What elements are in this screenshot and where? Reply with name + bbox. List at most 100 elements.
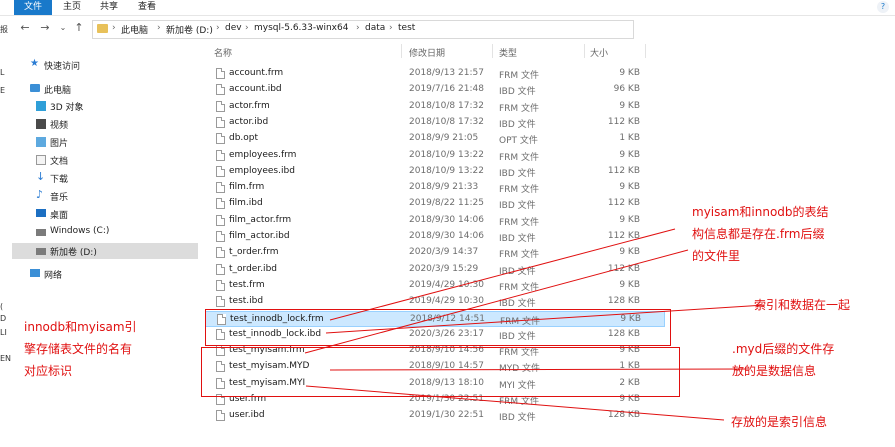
breadcrumb-this-pc[interactable]: 此电脑 (121, 23, 148, 36)
nav-videos[interactable]: 视频 (12, 116, 198, 132)
column-divider[interactable] (492, 44, 493, 58)
nav-downloads[interactable]: ↓ 下载 (12, 170, 198, 186)
nav-pictures[interactable]: 图片 (12, 134, 198, 150)
column-header-size[interactable]: 大小 (590, 46, 608, 59)
column-divider[interactable] (645, 44, 646, 58)
column-header-type[interactable]: 类型 (499, 46, 517, 59)
file-date: 2019/8/22 11:25 (409, 198, 484, 209)
recent-dropdown-icon[interactable]: ⌄ (56, 20, 70, 36)
edge-text: E (0, 86, 6, 95)
edge-text: L (0, 68, 5, 77)
note-storage-identifier: innodb和myisam引 擎存储表文件的名有 对应标识 (24, 316, 137, 382)
forward-icon[interactable]: → (38, 20, 52, 36)
innodb-highlight-box (205, 309, 671, 346)
nav-music[interactable]: ♪ 音乐 (12, 188, 198, 204)
file-row[interactable]: film_actor.ibd 2018/9/30 14:06 IBD 文件 112 K… (205, 229, 665, 245)
file-name: film.ibd (229, 198, 263, 209)
file-name: t_order.ibd (229, 263, 277, 274)
file-row[interactable]: film.ibd 2019/8/22 11:25 IBD 文件 112 KB (205, 196, 665, 212)
chevron-right-icon: › (157, 23, 161, 33)
breadcrumb-data[interactable]: data (365, 23, 385, 33)
navigation-toolbar: ← → ⌄ ↑ › 此电脑 › 新加卷 (D:) › dev › mysql-5… (0, 16, 895, 42)
note-line: myisam和innodb的表结 (692, 205, 829, 219)
file-date: 2018/9/13 21:57 (409, 68, 484, 78)
file-row[interactable]: account.ibd 2019/7/16 21:48 IBD 文件 96 KB (205, 82, 665, 98)
file-size: 112 KB (607, 263, 640, 274)
file-size: 9 KB (619, 182, 640, 193)
file-size: 9 KB (619, 279, 640, 290)
file-date: 2018/10/8 17:32 (409, 116, 484, 127)
file-icon (216, 231, 225, 242)
nav-quick-access[interactable]: ★ 快速访问 (12, 57, 198, 73)
nav-network[interactable]: 网络 (12, 266, 198, 282)
note-line: .myd后缀的文件存 (732, 342, 835, 356)
file-row[interactable]: db.opt 2018/9/9 21:05 OPT 文件 1 KB (205, 131, 665, 147)
note-frm-structure: myisam和innodb的表结 构信息都是存在.frm后缀 的文件里 (692, 201, 829, 267)
nav-label: 音乐 (50, 193, 69, 203)
chevron-right-icon: › (356, 23, 360, 33)
file-row[interactable]: user.ibd 2019/1/30 22:51 IBD 文件 128 KB (205, 408, 665, 424)
file-date: 2019/4/29 10:30 (409, 296, 484, 307)
breadcrumb-dev[interactable]: dev (225, 23, 242, 33)
column-header-date[interactable]: 修改日期 (409, 46, 445, 59)
file-row[interactable]: account.frm 2018/9/13 21:57 FRM 文件 9 KB (205, 66, 665, 82)
file-date: 2018/9/30 14:06 (409, 231, 484, 241)
tab-file[interactable]: 文件 (14, 0, 52, 15)
file-date: 2019/1/30 22:51 (409, 410, 484, 421)
file-row[interactable]: employees.frm 2018/10/9 13:22 FRM 文件 9 KB (205, 148, 665, 164)
file-type: IBD 文件 (499, 87, 536, 98)
column-divider[interactable] (584, 44, 585, 58)
file-date: 2018/9/9 21:05 (409, 133, 479, 144)
edge-text: D (0, 314, 7, 323)
file-icon (216, 279, 225, 291)
file-row[interactable]: test.frm 2019/4/29 10:30 FRM 文件 9 KB (205, 278, 665, 294)
file-icon (216, 133, 225, 145)
file-name: account.frm (229, 68, 284, 78)
chevron-right-icon: › (245, 23, 249, 33)
edge-text: LI (0, 328, 7, 337)
tab-home[interactable]: 主页 (63, 0, 81, 15)
note-line: 构信息都是存在.frm后缀 (692, 227, 825, 241)
note-ibd: 索引和数据在一起 (754, 298, 851, 312)
file-row[interactable]: actor.frm 2018/10/8 17:32 FRM 文件 9 KB (205, 99, 665, 115)
file-row[interactable]: film_actor.frm 2018/9/30 14:06 FRM 文件 9 KB (205, 213, 665, 229)
file-type: FRM 文件 (499, 217, 540, 228)
file-type: OPT 文件 (499, 136, 538, 147)
address-bar[interactable]: › 此电脑 › 新加卷 (D:) › dev › mysql-5.6.33-wi… (92, 20, 634, 39)
breadcrumb-mysql[interactable]: mysql-5.6.33-winx64 (254, 23, 348, 33)
file-row[interactable]: employees.ibd 2018/10/9 13:22 IBD 文件 112 KB (205, 164, 665, 180)
nav-drive-d[interactable]: 新加卷 (D:) (12, 243, 198, 259)
nav-this-pc[interactable]: 此电脑 (12, 81, 198, 97)
nav-label: 此电脑 (44, 86, 72, 96)
ribbon: 文件 主页 共享 查看 ? (0, 0, 895, 16)
column-header-name[interactable]: 名称 (214, 46, 232, 59)
star-icon: ★ (30, 58, 39, 69)
file-size: 96 KB (613, 84, 640, 95)
file-size: 9 KB (619, 247, 640, 258)
nav-3d-objects[interactable]: 3D 对象 (12, 98, 198, 114)
file-row[interactable]: t_order.ibd 2020/3/9 15:29 IBD 文件 112 KB (205, 262, 665, 278)
nav-documents[interactable]: 文档 (12, 152, 198, 168)
file-row[interactable]: test.ibd 2019/4/29 10:30 IBD 文件 128 KB (205, 294, 665, 310)
column-divider[interactable] (401, 44, 402, 58)
file-row[interactable]: film.frm 2018/9/9 21:33 FRM 文件 9 KB (205, 180, 665, 196)
help-icon[interactable]: ? (877, 1, 889, 13)
file-row[interactable]: actor.ibd 2018/10/8 17:32 IBD 文件 112 KB (205, 115, 665, 131)
nav-windows-c[interactable]: Windows (C:) (12, 224, 198, 240)
file-size: 112 KB (607, 231, 640, 241)
file-size: 1 KB (619, 133, 640, 144)
tab-share[interactable]: 共享 (100, 0, 118, 15)
file-row[interactable]: t_order.frm 2020/3/9 14:37 FRM 文件 9 KB (205, 245, 665, 261)
nav-label: 下载 (50, 175, 69, 185)
file-size: 112 KB (607, 198, 640, 209)
breadcrumb-drive-d[interactable]: 新加卷 (D:) (166, 23, 213, 36)
network-icon (30, 269, 40, 277)
tab-view[interactable]: 查看 (138, 0, 156, 15)
breadcrumb-test[interactable]: test (398, 23, 415, 33)
back-icon[interactable]: ← (18, 20, 32, 36)
chevron-right-icon: › (389, 23, 393, 33)
up-icon[interactable]: ↑ (72, 20, 86, 36)
nav-label: 新加卷 (D:) (50, 248, 97, 258)
file-date: 2019/7/16 21:48 (409, 84, 484, 95)
nav-desktop[interactable]: 桌面 (12, 206, 198, 222)
